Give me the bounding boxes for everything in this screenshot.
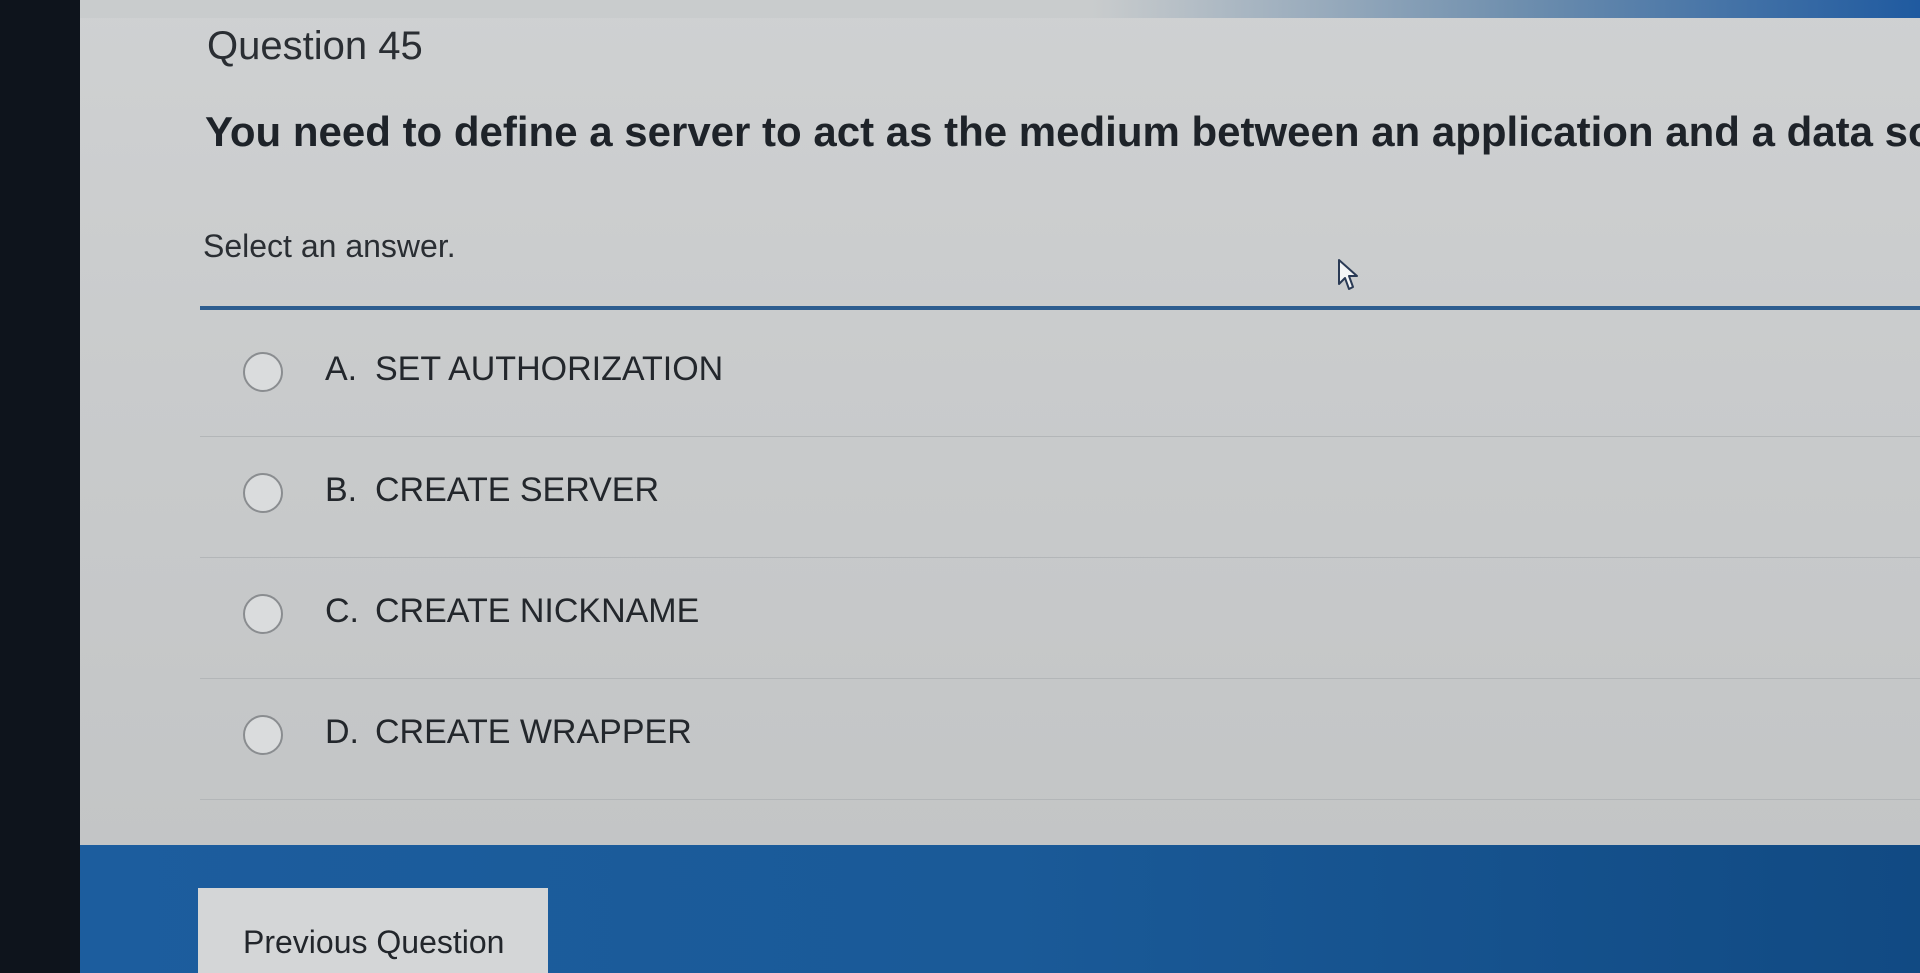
answer-option-c[interactable]: C. CREATE NICKNAME [200,558,1920,679]
option-letter: B. [325,471,358,509]
mouse-pointer-icon [1338,259,1358,290]
radio-unchecked-icon[interactable] [243,352,283,392]
previous-question-label: Previous Question [243,924,505,960]
option-letter: A. [325,350,358,388]
question-divider [200,306,1920,310]
answer-option-a[interactable]: A. SET AUTHORIZATION [200,316,1920,437]
option-label[interactable]: CREATE NICKNAME [375,592,699,631]
answer-instruction: Select an answer. [203,228,456,264]
option-label[interactable]: CREATE WRAPPER [375,713,692,752]
question-number: Question 45 [207,24,423,68]
radio-unchecked-icon[interactable] [243,594,283,634]
option-letter: D. [325,713,359,751]
radio-unchecked-icon[interactable] [243,473,283,513]
question-text: You need to define a server to act as th… [205,108,1920,155]
answer-option-b[interactable]: B. CREATE SERVER [200,437,1920,558]
answer-option-d[interactable]: D. CREATE WRAPPER [200,679,1920,800]
option-letter: C. [325,592,359,630]
radio-unchecked-icon[interactable] [243,715,283,755]
option-label[interactable]: CREATE SERVER [375,471,659,510]
top-header-band [80,0,1920,18]
screen: Question 45 You need to define a server … [0,0,1920,973]
previous-question-button[interactable]: Previous Question [198,888,548,973]
answer-options: A. SET AUTHORIZATION B. CREATE SERVER C.… [200,316,1920,800]
option-label[interactable]: SET AUTHORIZATION [375,350,723,389]
